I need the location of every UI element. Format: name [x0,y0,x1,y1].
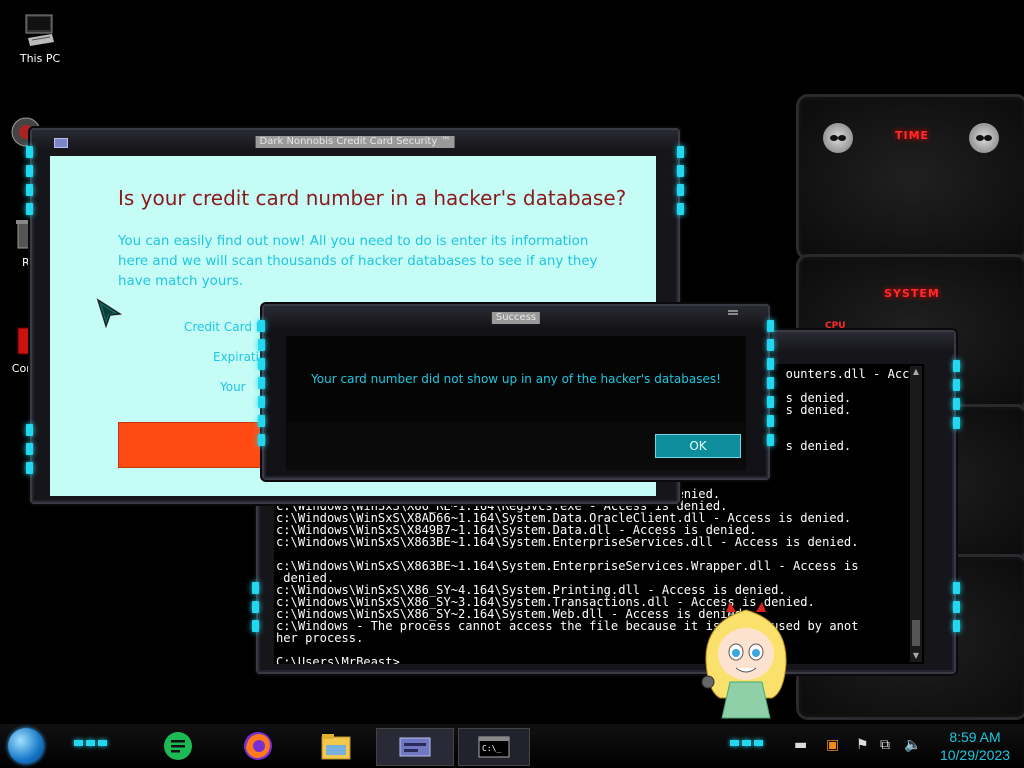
network-icon[interactable]: ⧉ [880,737,890,753]
taskbar-notes[interactable] [160,728,196,764]
frame-lights [677,146,684,215]
firefox-icon [244,732,272,760]
this-pc-icon [22,12,58,48]
taskbar-file-explorer[interactable] [318,728,354,764]
dialog-message-area: Your card number did not show up in any … [286,336,746,422]
taskbar: C:\_ ▬ ▣ ⚑ ⧉ 🔈 8:59 AM 10/29/2023 [0,724,1024,768]
system-label: SYSTEM [884,287,940,300]
window-title: Dark Nonnobis Credit Card Security ™ [255,136,455,148]
your-label: Your [220,380,246,394]
tray-show-hidden-icon[interactable]: ▬ [794,737,807,753]
command-prompt-icon: C:\_ [478,736,510,758]
dialog-body: Your card number did not show up in any … [286,336,746,470]
scroll-up-arrow-icon[interactable]: ▲ [910,366,922,378]
success-dialog[interactable]: Success Your card number did not show up… [258,304,774,480]
page-headline: Is your credit card number in a hacker's… [118,186,627,210]
console-scrollbar[interactable]: ▲ ▼ [910,366,922,662]
security-app-icon [399,737,431,757]
clock-time: 8:59 AM [949,729,1001,745]
frame-lights [953,582,960,632]
file-explorer-icon [321,734,351,760]
ok-button[interactable]: OK [655,434,741,458]
taskbar-command-prompt[interactable]: C:\_ [458,728,530,766]
time-gadget: TIME [796,94,1024,260]
start-orb[interactable] [8,728,44,764]
dialog-titlebar[interactable]: Success [264,306,768,328]
mouse-cursor-icon [96,298,123,329]
taskbar-lights [74,740,107,746]
action-center-flag-icon[interactable]: ⚑ [856,737,869,753]
taskbar-clock[interactable]: 8:59 AM 10/29/2023 [930,728,1020,764]
app-icon [54,138,68,148]
volume-icon[interactable]: 🔈 [904,737,921,753]
cartoon-character-sticker [700,602,792,720]
frame-lights [252,582,259,632]
frame-lights [26,424,33,474]
frame-lights [767,320,774,446]
time-label: TIME [894,129,930,142]
scan-button[interactable] [118,422,270,468]
taskbar-firefox[interactable] [240,728,276,764]
frame-lights [26,146,33,215]
card-number-label: Credit Card N [184,320,265,334]
desktop-icon-label: This PC [19,52,61,65]
frame-lights [258,320,265,446]
alien-head-icon [823,123,853,153]
scroll-thumb[interactable] [912,620,920,646]
dialog-title: Success [491,312,541,324]
desktop-icon-this-pc[interactable]: This PC [4,12,76,65]
clock-date: 10/29/2023 [939,747,1011,763]
dialog-message: Your card number did not show up in any … [311,372,721,386]
alien-head-icon [969,123,999,153]
dialog-menu-icon [728,310,738,312]
expiration-label: Expirati [213,350,259,364]
notes-icon [164,732,192,760]
intro-paragraph: You can easily find out now! All you nee… [118,234,598,289]
svg-text:C:\_: C:\_ [482,744,501,753]
taskbar-security-app[interactable] [376,728,454,766]
tray-app-icon[interactable]: ▣ [826,737,839,753]
taskbar-lights [730,740,763,746]
frame-lights [953,360,960,429]
main-titlebar[interactable]: Dark Nonnobis Credit Card Security ™ [32,130,678,152]
scroll-down-arrow-icon[interactable]: ▼ [910,650,922,662]
